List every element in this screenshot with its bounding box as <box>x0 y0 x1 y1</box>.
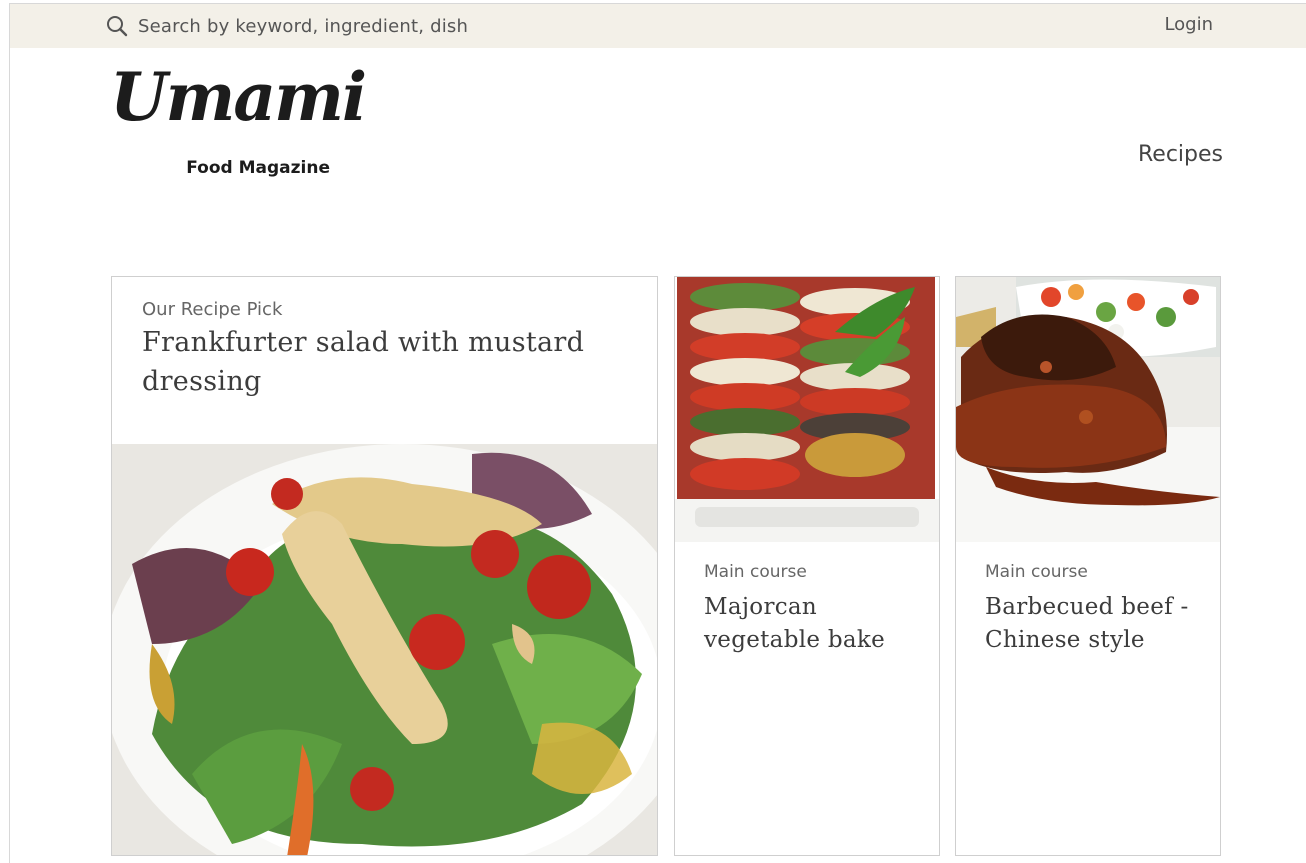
nav-recipes-link[interactable]: Recipes <box>1138 142 1223 167</box>
logo-wordmark: Umami <box>110 58 367 136</box>
featured-kicker: Our Recipe Pick <box>142 299 283 320</box>
recipe-image[interactable] <box>675 277 939 542</box>
search-input[interactable]: Search by keyword, ingredient, dish <box>138 16 468 37</box>
logo-tagline: Food Magazine <box>186 158 330 178</box>
site-logo[interactable]: Umami Food Magazine <box>110 64 367 182</box>
recipe-title[interactable]: Barbecued beef - Chinese style <box>985 591 1200 657</box>
featured-recipe-image[interactable] <box>112 444 658 856</box>
top-bar: Search by keyword, ingredient, dish Logi… <box>10 4 1306 48</box>
page-frame: Search by keyword, ingredient, dish Logi… <box>9 3 1306 863</box>
search-box[interactable]: Search by keyword, ingredient, dish <box>106 14 468 38</box>
recipe-category: Main course <box>985 562 1088 582</box>
search-icon <box>106 15 128 37</box>
recipe-card[interactable]: Main course Barbecued beef - Chinese sty… <box>955 276 1221 856</box>
recipe-category: Main course <box>704 562 807 582</box>
recipe-title[interactable]: Majorcan vegetable bake <box>704 591 919 657</box>
recipe-image[interactable] <box>956 277 1220 542</box>
featured-recipe-card[interactable]: Our Recipe Pick Frankfurter salad with m… <box>111 276 658 856</box>
recipe-card[interactable]: Main course Majorcan vegetable bake <box>674 276 940 856</box>
login-link[interactable]: Login <box>1164 14 1213 35</box>
featured-title[interactable]: Frankfurter salad with mustard dressing <box>142 323 612 401</box>
